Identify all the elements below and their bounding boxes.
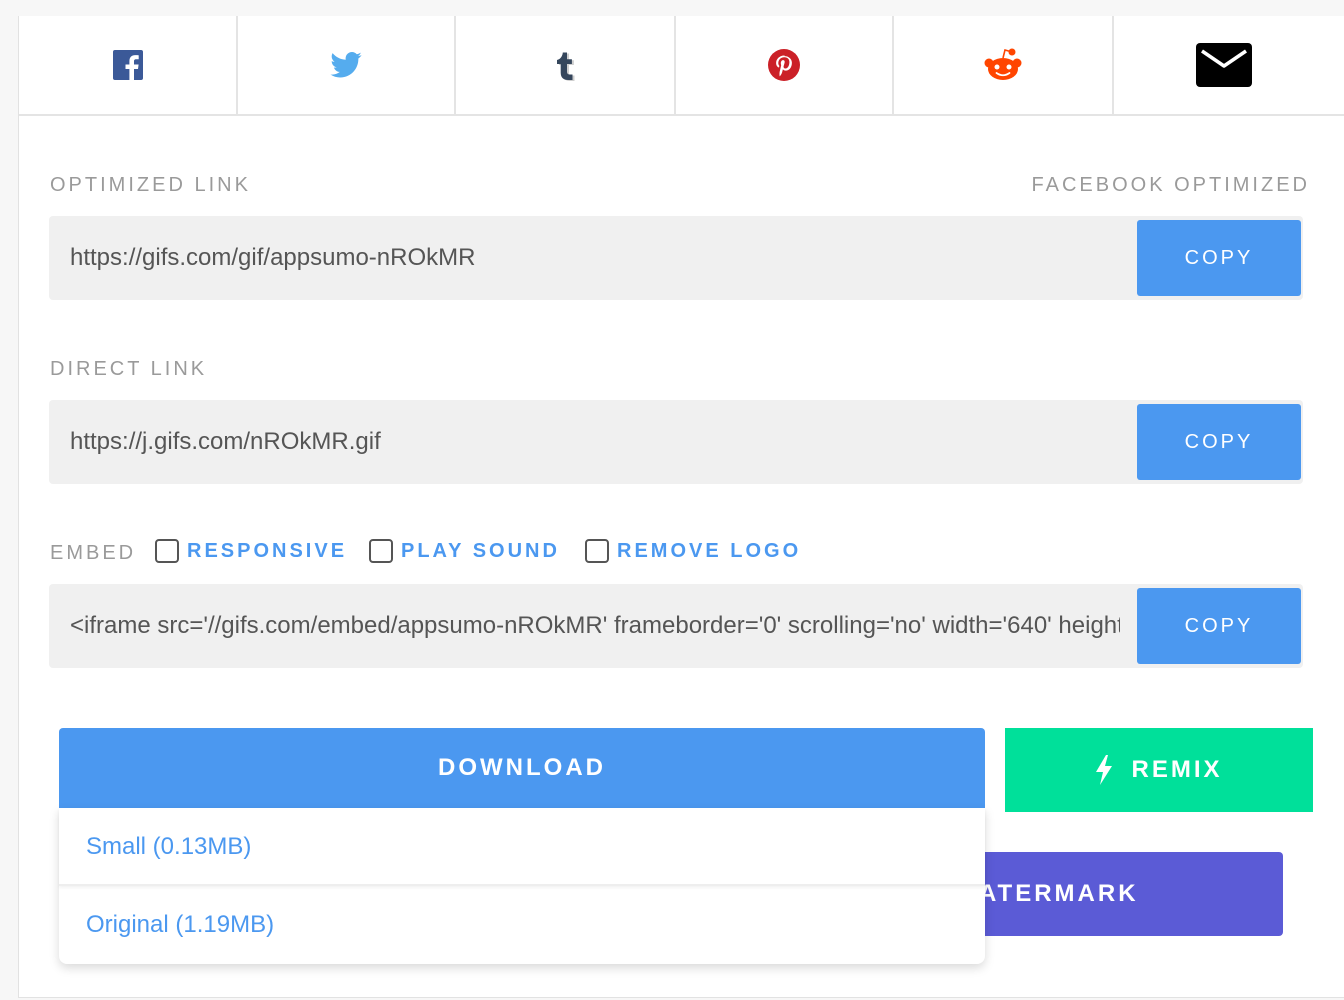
share-bar — [19, 16, 1344, 116]
play-sound-checkbox[interactable] — [369, 539, 393, 563]
embed-field: <iframe src='//gifs.com/embed/appsumo-nR… — [49, 584, 1303, 668]
facebook-optimized-label: FACEBOOK OPTIMIZED — [1031, 174, 1310, 196]
responsive-option-label: RESPONSIVE — [187, 539, 348, 562]
share-card: OPTIMIZED LINK FACEBOOK OPTIMIZED https:… — [18, 16, 1344, 998]
direct-link-label: DIRECT LINK — [50, 358, 208, 380]
direct-link-input[interactable]: https://j.gifs.com/nROkMR.gif — [70, 400, 1120, 484]
facebook-icon — [112, 50, 143, 80]
remix-button-label: REMIX — [1131, 756, 1223, 783]
copy-direct-button[interactable]: COPY — [1137, 404, 1301, 480]
download-small-option[interactable]: Small (0.13MB) — [59, 808, 985, 886]
twitter-icon — [330, 52, 362, 78]
share-facebook[interactable] — [19, 16, 238, 114]
optimized-link-label: OPTIMIZED LINK — [50, 174, 251, 196]
download-original-option[interactable]: Original (1.19MB) — [59, 886, 985, 964]
tumblr-icon — [557, 52, 575, 81]
download-menu: Small (0.13MB) Original (1.19MB) — [59, 808, 985, 964]
responsive-option[interactable]: RESPONSIVE — [155, 536, 347, 566]
play-sound-option[interactable]: PLAY SOUND — [369, 536, 560, 566]
mail-icon — [1195, 43, 1252, 87]
optimized-link-input[interactable]: https://gifs.com/gif/appsumo-nROkMR — [70, 216, 1120, 300]
remove-logo-option[interactable]: REMOVE LOGO — [585, 536, 801, 566]
share-email[interactable] — [1114, 16, 1333, 114]
share-pinterest[interactable] — [676, 16, 894, 114]
remove-logo-option-label: REMOVE LOGO — [617, 539, 802, 562]
remove-logo-checkbox[interactable] — [585, 539, 609, 563]
responsive-checkbox[interactable] — [155, 539, 179, 563]
embed-code-input[interactable]: <iframe src='//gifs.com/embed/appsumo-nR… — [70, 584, 1120, 668]
remix-button[interactable]: REMIX — [1005, 728, 1313, 812]
share-reddit[interactable] — [894, 16, 1114, 114]
copy-optimized-button[interactable]: COPY — [1137, 220, 1301, 296]
copy-embed-button[interactable]: COPY — [1137, 588, 1301, 664]
share-twitter[interactable] — [238, 16, 456, 114]
reddit-icon — [984, 48, 1022, 80]
pinterest-icon — [768, 49, 800, 81]
optimized-link-field: https://gifs.com/gif/appsumo-nROkMR COPY — [49, 216, 1303, 300]
download-button[interactable]: DOWNLOAD — [59, 728, 985, 808]
direct-link-field: https://j.gifs.com/nROkMR.gif COPY — [49, 400, 1303, 484]
share-tumblr[interactable] — [456, 16, 676, 114]
play-sound-option-label: PLAY SOUND — [401, 539, 560, 562]
lightning-icon — [1096, 755, 1113, 785]
embed-label: EMBED — [50, 542, 137, 564]
